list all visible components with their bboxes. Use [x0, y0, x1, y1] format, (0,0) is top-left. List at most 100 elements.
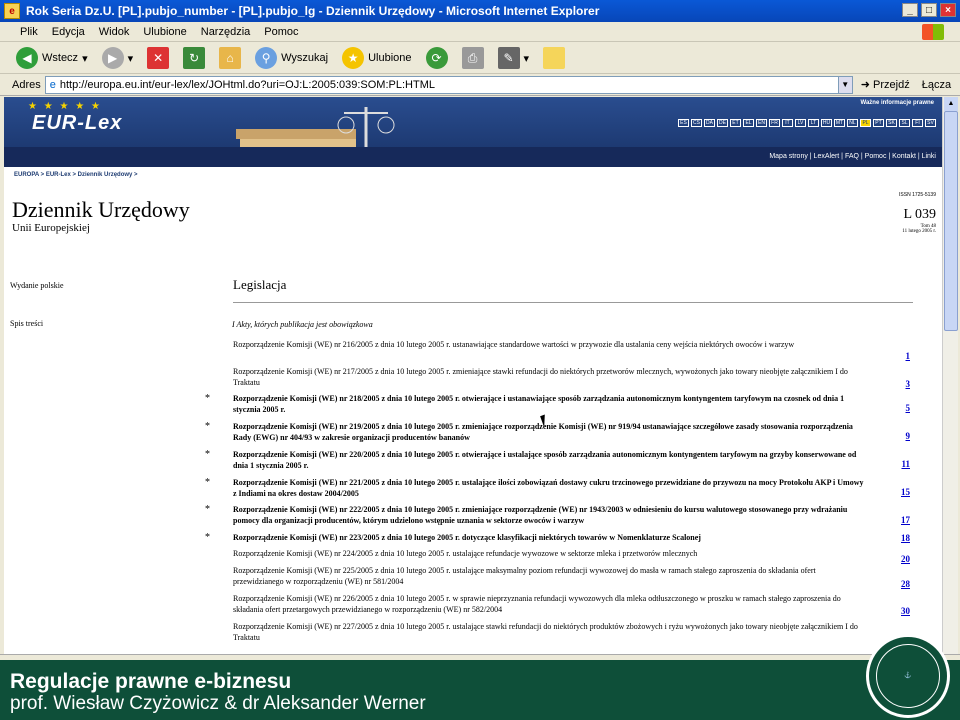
toc-entry[interactable]: Rozporządzenie Komisji (WE) nr 221/2005 … — [233, 477, 865, 499]
menu-narzedzia[interactable]: Narzędzia — [201, 26, 251, 38]
lang-sk[interactable]: SK — [886, 119, 897, 127]
toc-entry[interactable]: Rozporządzenie Komisji (WE) nr 224/2005 … — [233, 548, 865, 559]
lang-es[interactable]: ES — [678, 119, 689, 127]
lang-cs[interactable]: CS — [691, 119, 702, 127]
breadcrumb[interactable]: EUROPA > EUR-Lex > Dziennik Urzędowy > — [14, 172, 138, 178]
lang-mt[interactable]: MT — [834, 119, 845, 127]
address-input[interactable]: e http://europa.eu.int/eur-lex/lex/JOHtm… — [44, 75, 853, 94]
toc-page-link[interactable]: 17 — [901, 515, 910, 525]
lang-sl[interactable]: SL — [899, 119, 910, 127]
history-icon: ⟳ — [425, 47, 448, 69]
lang-nl[interactable]: NL — [847, 119, 858, 127]
address-url: http://europa.eu.int/eur-lex/lex/JOHtml.… — [59, 78, 435, 91]
star-marker: * — [205, 421, 210, 432]
folder-button[interactable] — [539, 45, 569, 71]
window-title: Rok Seria Dz.U. [PL].pubjo_number - [PL]… — [26, 4, 600, 18]
lang-pl[interactable]: PL — [860, 119, 871, 127]
stop-button[interactable]: ✕ — [143, 45, 173, 71]
lang-fi[interactable]: FI — [912, 119, 923, 127]
scroll-thumb[interactable] — [944, 111, 958, 331]
toc-entry[interactable]: Rozporządzenie Komisji (WE) nr 217/2005 … — [233, 366, 865, 388]
toc-page-link[interactable]: 3 — [906, 379, 911, 389]
go-button[interactable]: ➜ Przejdź — [861, 78, 910, 91]
toc-page-link[interactable]: 1 — [906, 351, 911, 361]
toc-page-link[interactable]: 18 — [901, 533, 910, 543]
star-marker: * — [205, 477, 210, 488]
toolbar: ◀ Wstecz ▾ ▶ ▾ ✕ ↻ ⌂ ⚲ Wyszukaj ★ Ulubione … — [0, 43, 960, 74]
lang-en[interactable]: EN — [756, 119, 767, 127]
toc-entry[interactable]: Rozporządzenie Komisji (WE) nr 225/2005 … — [233, 565, 865, 587]
lang-fr[interactable]: FR — [769, 119, 780, 127]
forward-button[interactable]: ▶ ▾ — [98, 45, 138, 71]
journal-title: Dziennik Urzędowy — [12, 197, 190, 222]
toc-entry[interactable]: Rozporządzenie Komisji (WE) nr 220/2005 … — [233, 449, 865, 471]
toc-page-link[interactable]: 15 — [901, 487, 910, 497]
favorites-button[interactable]: ★ Ulubione — [338, 45, 415, 71]
menu-pomoc[interactable]: Pomoc — [264, 26, 298, 38]
history-button[interactable]: ⟳ — [422, 45, 452, 71]
scroll-up-icon[interactable]: ▲ — [944, 97, 958, 111]
lang-lv[interactable]: LV — [795, 119, 806, 127]
toc-page-link[interactable]: 5 — [906, 403, 911, 413]
lang-hu[interactable]: HU — [821, 119, 832, 127]
folder-icon — [543, 47, 566, 69]
menu-edycja[interactable]: Edycja — [52, 26, 85, 38]
forward-arrow-icon: ▶ — [101, 47, 124, 69]
menu-bar: Plik Edycja Widok Ulubione Narzędzia Pom… — [0, 22, 960, 42]
home-icon: ⌂ — [219, 47, 242, 69]
page-icon: e — [49, 78, 56, 91]
refresh-icon: ↻ — [183, 47, 206, 69]
toc-entry[interactable]: Rozporządzenie Komisji (WE) nr 216/2005 … — [233, 339, 865, 350]
back-arrow-icon: ◀ — [16, 47, 38, 69]
toc-label: Spis treści — [10, 319, 44, 328]
top-links[interactable]: Mapa strony | LexAlert | FAQ | Pomoc | K… — [4, 147, 942, 167]
lang-lt[interactable]: LT — [808, 119, 819, 127]
lang-el[interactable]: EL — [743, 119, 754, 127]
menu-widok[interactable]: Widok — [99, 26, 130, 38]
divider — [233, 302, 913, 303]
toc-page-link[interactable]: 11 — [901, 459, 910, 469]
toc-entry[interactable]: Rozporządzenie Komisji (WE) nr 222/2005 … — [233, 504, 865, 526]
edit-button[interactable]: ✎ ▾ — [494, 45, 534, 71]
section-heading: Legislacja — [233, 277, 287, 292]
toc-page-link[interactable]: 20 — [901, 554, 910, 564]
ie-icon: e — [4, 3, 20, 19]
back-button[interactable]: ◀ Wstecz ▾ — [12, 45, 92, 71]
maximize-button[interactable]: □ — [921, 3, 937, 17]
close-button[interactable]: × — [940, 3, 956, 17]
star-marker: * — [205, 532, 210, 543]
toc-page-link[interactable]: 9 — [906, 431, 911, 441]
search-icon: ⚲ — [255, 47, 278, 69]
menu-plik[interactable]: Plik — [20, 26, 38, 38]
vertical-scrollbar[interactable]: ▲ — [942, 97, 958, 660]
print-button[interactable]: ⎙ — [458, 45, 488, 71]
home-button[interactable]: ⌂ — [215, 45, 245, 71]
lang-de[interactable]: DE — [717, 119, 728, 127]
toc-entry[interactable]: Rozporządzenie Komisji (WE) nr 218/2005 … — [233, 393, 865, 415]
address-dropdown-icon[interactable]: ▼ — [837, 76, 852, 93]
lang-it[interactable]: IT — [782, 119, 793, 127]
toc-entry[interactable]: Rozporządzenie Komisji (WE) nr 223/2005 … — [233, 532, 865, 543]
toc-entry[interactable]: Rozporządzenie Komisji (WE) nr 226/2005 … — [233, 593, 865, 615]
eurlex-logo[interactable]: EUR-Lex — [32, 112, 122, 135]
journal-subtitle: Unii Europejskiej — [12, 222, 90, 234]
edition-label: Wydanie polskie — [10, 281, 64, 290]
sgh-seal-logo: ⚓ — [866, 634, 950, 718]
minimize-button[interactable]: _ — [902, 3, 918, 17]
refresh-button[interactable]: ↻ — [179, 45, 209, 71]
lang-sv[interactable]: SV — [925, 119, 936, 127]
toc-entry[interactable]: Rozporządzenie Komisji (WE) nr 227/2005 … — [233, 621, 865, 643]
legal-notice-link[interactable]: Ważne informacje prawne — [861, 100, 934, 106]
toc-page-link[interactable]: 28 — [901, 579, 910, 589]
links-label[interactable]: Łącza — [922, 79, 951, 91]
search-button[interactable]: ⚲ Wyszukaj — [251, 45, 332, 71]
journal-volume-date: Tom 48 11 lutego 2005 r. — [902, 224, 936, 234]
lang-da[interactable]: DA — [704, 119, 715, 127]
menu-ulubione[interactable]: Ulubione — [143, 26, 186, 38]
toc-entry[interactable]: Rozporządzenie Komisji (WE) nr 219/2005 … — [233, 421, 865, 443]
lang-et[interactable]: ET — [730, 119, 741, 127]
language-bar: ES CS DA DE ET EL EN FR IT LV LT HU MT NL PL PT SK SL FI SV — [678, 119, 936, 127]
eurlex-banner: ★ ★ ★ ★ ★ EUR-Lex Ważne informacje prawn… — [4, 97, 942, 167]
toc-page-link[interactable]: 30 — [901, 606, 910, 616]
lang-pt[interactable]: PT — [873, 119, 884, 127]
